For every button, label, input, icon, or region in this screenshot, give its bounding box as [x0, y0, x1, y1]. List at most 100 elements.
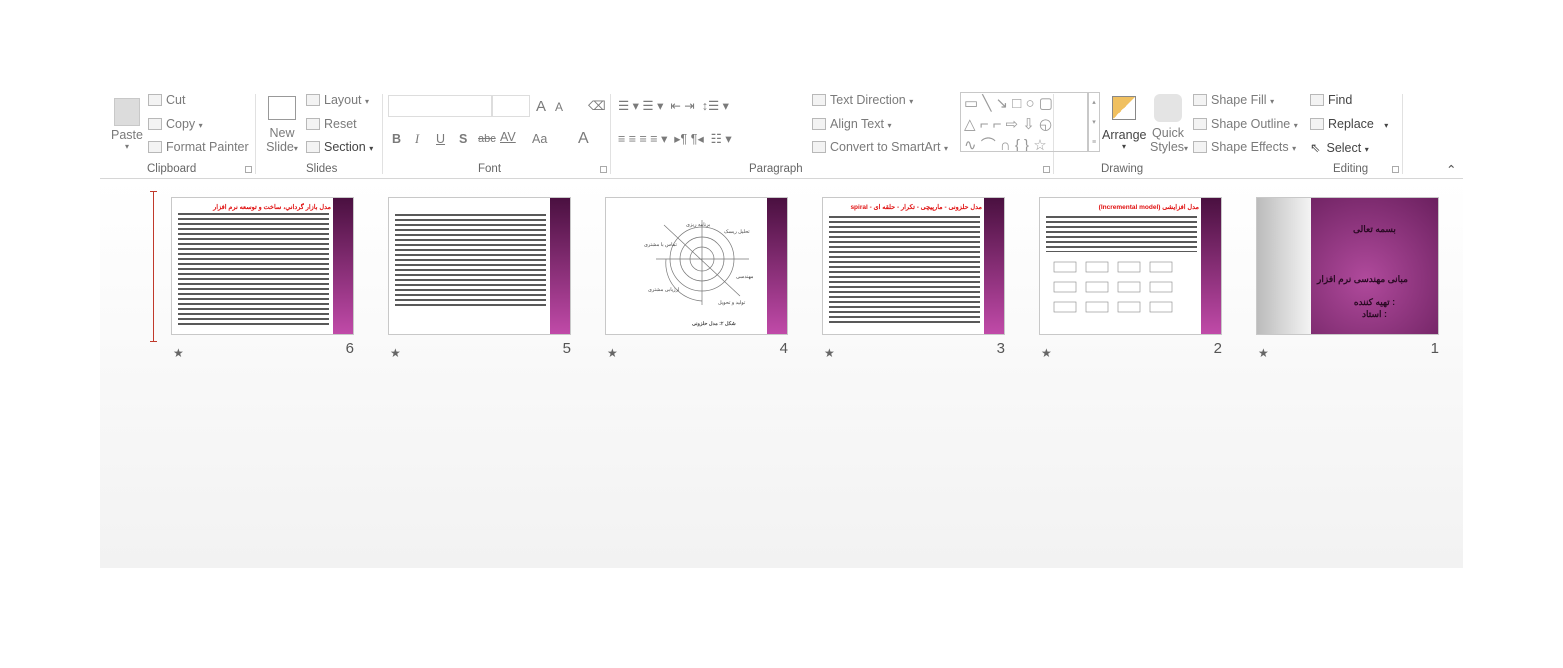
slide-thumbnail-5[interactable]: [388, 197, 571, 335]
reset-button[interactable]: Reset: [306, 117, 357, 131]
shrink-font-button[interactable]: A: [555, 100, 563, 114]
shape-outline-button[interactable]: Shape Outline ▾: [1193, 117, 1298, 131]
diagram-label: مهندسی: [736, 274, 754, 280]
slide-thumbnail-3[interactable]: مدل حلزونی - مارپیچی - تکرار - حلقه ای -…: [822, 197, 1005, 335]
replace-icon: [1310, 118, 1324, 130]
spiral-diagram: برنامه ریزی تحلیل ریسک تماس با مشتری مهن…: [644, 220, 754, 327]
shapes-gallery[interactable]: ▭ ╲ ↘ □ ○ ▢ △ ⌐ ⌐ ⇨ ⇩ ◵ ∿ ⌒ ∩ { } ☆: [960, 92, 1088, 152]
shape-outline-icon: [1193, 118, 1207, 130]
transition-star-icon[interactable]: ★: [824, 346, 835, 360]
transition-star-icon[interactable]: ★: [173, 346, 184, 360]
align-icons[interactable]: ≡ ≡ ≡ ≡ ▾ ▸¶ ¶◂ ☷ ▾: [618, 131, 732, 146]
new-slide-button[interactable]: New Slide▾: [265, 96, 299, 154]
copy-button[interactable]: Copy ▾: [148, 117, 203, 131]
slide-number: 1: [1430, 340, 1439, 357]
diagram-label: ارزیابی مشتری: [648, 287, 679, 293]
cut-button[interactable]: Cut: [148, 93, 185, 107]
slide-thumbnail-6[interactable]: مدل بازار گرداني، ساخت و توسعه نرم افزار: [171, 197, 354, 335]
grow-font-button[interactable]: A: [536, 98, 546, 115]
bold-button[interactable]: B: [392, 132, 401, 146]
collapse-ribbon-icon[interactable]: ⌃: [1446, 162, 1456, 177]
group-label-paragraph: Paragraph: [749, 163, 803, 175]
align-text-button[interactable]: Align Text ▾: [812, 117, 891, 131]
font-size-dropdown[interactable]: [492, 95, 530, 117]
shape-fill-icon: [1193, 94, 1207, 106]
flow-diagram: [1053, 261, 1173, 313]
scissors-icon: [148, 94, 162, 106]
bullets-icon[interactable]: ☰ ▾ ☰ ▾ ⇤ ⇥ ↕☰ ▾: [618, 98, 729, 113]
arrange-button[interactable]: Arrange ▾: [1102, 96, 1146, 151]
paste-icon: [114, 98, 140, 126]
reset-icon: [306, 118, 320, 130]
slide-thumbnail-1[interactable]: بسمه تعالی مبانی مهندسی نرم افزار تهیه ک…: [1256, 197, 1439, 335]
font-name-dropdown[interactable]: [388, 95, 492, 117]
shape-effects-button[interactable]: Shape Effects ▾: [1193, 140, 1296, 154]
paste-button[interactable]: Paste ▾: [110, 98, 144, 151]
layout-icon: [306, 94, 320, 106]
slide-title: مبانی مهندسی نرم افزار: [1317, 274, 1408, 284]
insertion-marker: [153, 191, 154, 342]
text-direction-icon: [812, 94, 826, 106]
transition-star-icon[interactable]: ★: [1041, 346, 1052, 360]
group-label-clipboard: Clipboard: [147, 163, 197, 175]
align-text-icon: [812, 118, 826, 130]
slide-title: مدل بازار گرداني، ساخت و توسعه نرم افزار: [213, 204, 331, 211]
slide-number: 4: [779, 340, 788, 357]
group-label-slides: Slides: [306, 163, 338, 175]
diagram-label: تحلیل ریسک: [724, 229, 750, 235]
change-case-button[interactable]: Aa: [532, 132, 547, 146]
section-icon: [306, 141, 320, 153]
drawing-launcher[interactable]: [1392, 166, 1399, 173]
slide-body-text: [1046, 214, 1197, 252]
shape-effects-icon: [1193, 141, 1207, 153]
slide-title: مدل حلزونی - مارپیچی - تکرار - حلقه ای -…: [850, 204, 982, 211]
slide-number: 3: [996, 340, 1005, 357]
brush-icon: [148, 141, 162, 153]
paragraph-launcher[interactable]: [1043, 166, 1050, 173]
quick-styles-icon: [1154, 94, 1182, 122]
shadow-button[interactable]: S: [459, 132, 467, 146]
clipboard-launcher[interactable]: [245, 166, 252, 173]
shape-fill-button[interactable]: Shape Fill ▾: [1193, 93, 1274, 107]
slide-number: 2: [1213, 340, 1222, 357]
arrange-icon: [1112, 96, 1136, 120]
ribbon: Paste ▾ Cut Copy ▾ Format Painter Clipboa…: [100, 90, 1463, 179]
binoculars-icon: [1310, 94, 1324, 106]
underline-button[interactable]: U: [436, 132, 445, 146]
clear-format-icon[interactable]: ⌫: [588, 98, 606, 113]
strikethrough-button[interactable]: abc: [478, 133, 496, 145]
group-label-font: Font: [478, 163, 502, 175]
layout-button[interactable]: Layout ▾: [306, 93, 369, 107]
text-direction-button[interactable]: Text Direction ▾: [812, 93, 913, 107]
select-button[interactable]: ⇖ Select ▾: [1310, 140, 1369, 155]
transition-star-icon[interactable]: ★: [390, 346, 401, 360]
transition-star-icon[interactable]: ★: [1258, 346, 1269, 360]
cursor-icon: ⇖: [1310, 141, 1321, 155]
char-spacing-button[interactable]: AV: [500, 130, 516, 144]
gallery-scroll[interactable]: ▴ ▾ ≡: [1088, 92, 1100, 152]
figure-caption: شکل ۲: مدل حلزونی: [692, 321, 736, 327]
replace-button[interactable]: Replace ▾: [1310, 117, 1388, 131]
quick-styles-button[interactable]: Quick Styles▾: [1150, 94, 1188, 154]
slide-line-4: استاد :: [1361, 309, 1387, 319]
slide-number: 6: [345, 340, 354, 357]
copy-icon: [148, 118, 162, 130]
slide-thumbnail-2[interactable]: مدل افزایشی (Incremental model): [1039, 197, 1222, 335]
section-button[interactable]: Section ▾: [306, 140, 373, 154]
smartart-icon: [812, 141, 826, 153]
convert-smartart-button[interactable]: Convert to SmartArt ▾: [812, 140, 948, 154]
font-color-button[interactable]: A: [578, 130, 589, 148]
new-slide-icon: [268, 96, 296, 120]
find-button[interactable]: Find: [1310, 93, 1352, 107]
format-painter-button[interactable]: Format Painter: [148, 140, 249, 154]
slide-line-1: بسمه تعالی: [1353, 224, 1396, 234]
transition-star-icon[interactable]: ★: [607, 346, 618, 360]
italic-button[interactable]: I: [415, 132, 419, 147]
slide-body-text: [178, 211, 329, 326]
diagram-label: تولید و تحویل: [718, 300, 746, 306]
slide-body-text: [395, 212, 546, 308]
slide-thumbnail-4[interactable]: برنامه ریزی تحلیل ریسک تماس با مشتری مهن…: [605, 197, 788, 335]
diagram-label: برنامه ریزی: [686, 222, 710, 228]
font-launcher[interactable]: [600, 166, 607, 173]
slide-sorter: مدل بازار گرداني، ساخت و توسعه نرم افزار…: [100, 180, 1463, 568]
